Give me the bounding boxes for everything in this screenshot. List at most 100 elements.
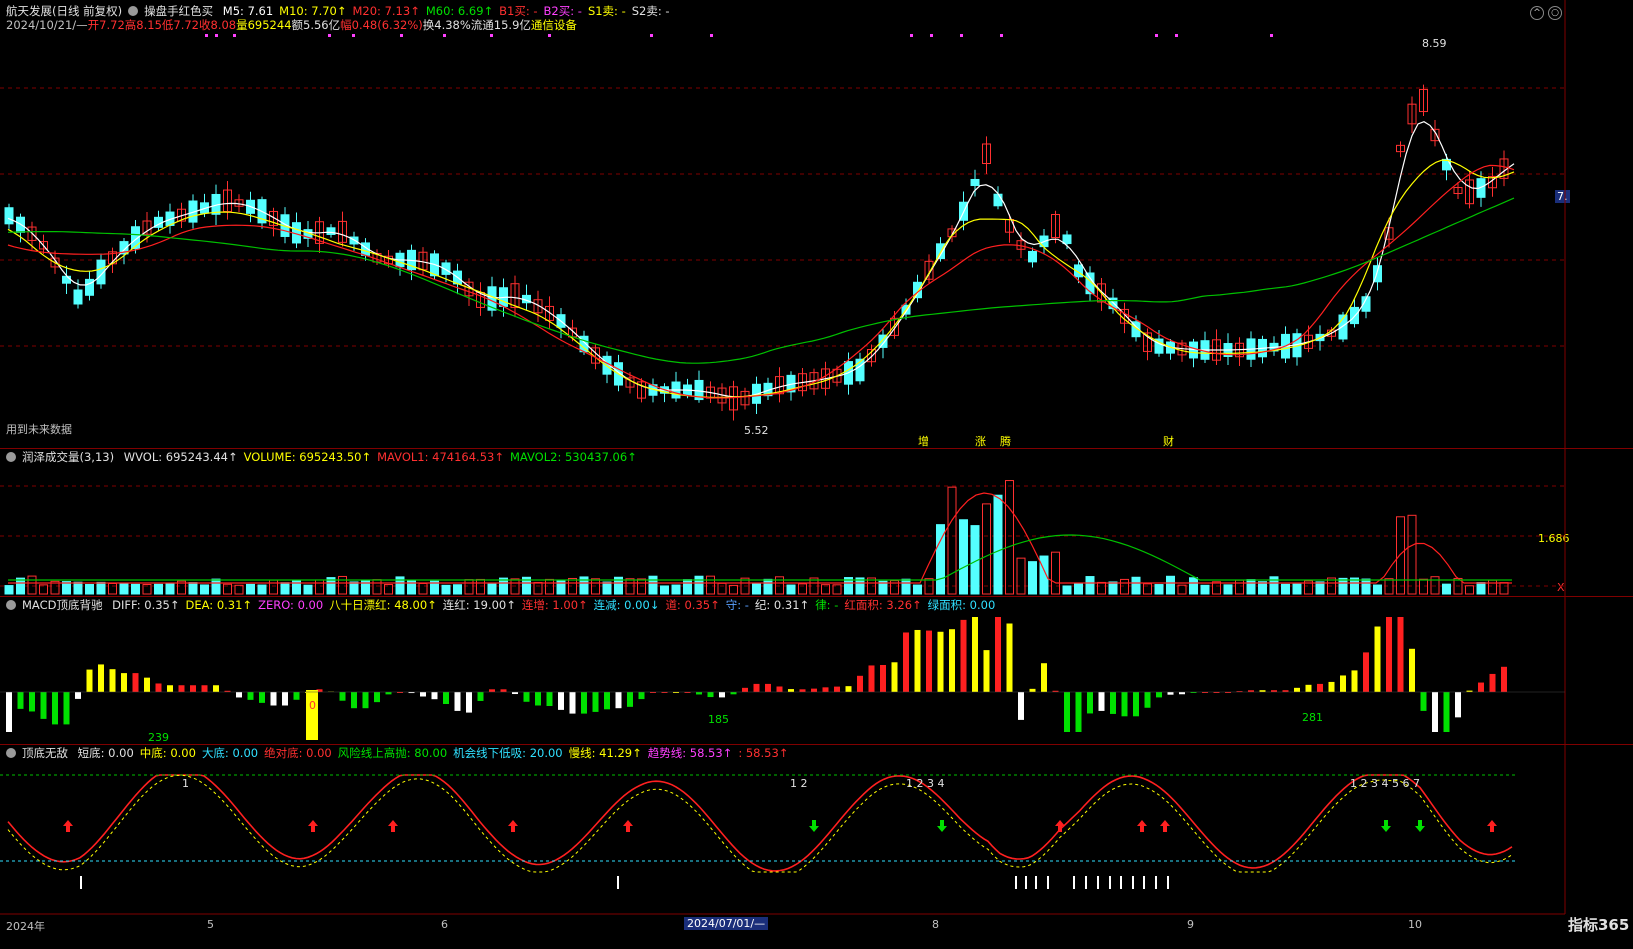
volume-bar-2 <box>27 575 37 595</box>
volume-bar-122 <box>1407 514 1417 595</box>
volume-bar-112 <box>1292 583 1302 595</box>
macd-bar-110 <box>1271 690 1277 692</box>
bottom-tick-9 <box>1109 876 1111 889</box>
volume-bar-52 <box>602 581 612 595</box>
candle-body-6 <box>73 289 83 305</box>
volume-bar-62 <box>717 582 727 595</box>
volume-bar-82 <box>947 486 957 595</box>
macd-bar-51 <box>592 692 599 712</box>
top-signal-dot-5 <box>400 34 403 37</box>
volume-bar-94 <box>1085 576 1095 595</box>
volume-bar-21 <box>246 583 255 595</box>
macd-bar-18 <box>213 685 219 692</box>
volume-bar-48 <box>556 579 566 595</box>
volume-bar-10 <box>119 583 129 595</box>
volume-bar-8 <box>96 581 106 595</box>
macd-bar-65 <box>753 683 760 692</box>
bottom-tick-14 <box>1167 876 1169 889</box>
macd-bar-84 <box>972 617 978 692</box>
macd-bar-41 <box>477 692 484 701</box>
macd-bar-78 <box>903 632 909 692</box>
top-signal-dot-9 <box>650 34 653 37</box>
volume-bar-106 <box>1223 584 1233 595</box>
macd-bar-102 <box>1179 692 1185 695</box>
volume-bar-6 <box>73 581 83 595</box>
down-arrow-icon-3 <box>1415 820 1425 832</box>
macd-bar-79 <box>914 629 921 692</box>
volume-bar-103 <box>1189 577 1198 595</box>
macd-bar-76 <box>880 665 886 692</box>
volume-bar-91 <box>1051 551 1060 595</box>
bottom-tick-11 <box>1132 876 1134 889</box>
volume-bar-105 <box>1212 581 1221 595</box>
bottom-tick-6 <box>1073 876 1075 889</box>
candle-body-28 <box>326 227 336 235</box>
down-arrow-icon-2 <box>1381 820 1391 832</box>
macd-bar-6 <box>75 692 81 699</box>
macd-bar-3 <box>40 692 47 719</box>
volume-bar-114 <box>1315 581 1325 595</box>
macd-bar-64 <box>742 687 748 692</box>
macd-bar-109 <box>1259 690 1266 692</box>
top-signal-dot-7 <box>490 34 493 37</box>
topbottom-digits-3: 1 2 3 4 5 6 7 <box>1350 777 1420 790</box>
volume-bar-101 <box>1166 575 1175 595</box>
volume-bar-123 <box>1419 578 1428 595</box>
macd-bar-82 <box>949 629 955 692</box>
candle-body-92 <box>1062 234 1072 245</box>
watermark-logo: 指标365 <box>1568 916 1630 934</box>
top-signal-dot-1 <box>215 34 218 37</box>
macd-bar-100 <box>1156 692 1162 698</box>
macd-bar-121 <box>1397 617 1404 692</box>
ma10-line <box>7 159 1515 399</box>
top-signal-dot-8 <box>548 34 551 37</box>
topbottom-digits-2: 1 2 3 4 <box>906 777 945 790</box>
macd-bar-72 <box>834 686 840 692</box>
macd-bar-66 <box>765 683 771 692</box>
volume-bar-127 <box>1465 585 1474 595</box>
volume-bar-22 <box>257 584 267 595</box>
volume-bar-99 <box>1143 583 1152 595</box>
macd-bar-116 <box>1340 675 1346 692</box>
macd-annotation-2: 281 <box>1302 711 1323 724</box>
bottom-tick-3 <box>1025 876 1027 889</box>
macd-bar-113 <box>1305 684 1312 692</box>
volume-bar-17 <box>200 584 209 595</box>
macd-bar-31 <box>362 692 369 709</box>
volume-bar-59 <box>683 579 692 595</box>
macd-bar-88 <box>1018 692 1024 720</box>
macd-bar-49 <box>569 692 576 714</box>
macd-bar-97 <box>1121 692 1128 717</box>
volume-bar-116 <box>1338 577 1348 595</box>
macd-bar-118 <box>1363 652 1369 692</box>
volume-bar-27 <box>315 579 324 595</box>
bottom-tick-1 <box>617 876 619 889</box>
volume-bar-0 <box>4 585 14 595</box>
macd-bar-15 <box>178 685 185 692</box>
bottom-tick-12 <box>1143 876 1145 889</box>
macd-bar-125 <box>1443 692 1450 732</box>
macd-bar-92 <box>1064 692 1070 732</box>
bottom-tick-5 <box>1047 876 1049 889</box>
macd-bar-50 <box>581 692 587 714</box>
volume-bar-108 <box>1246 579 1256 595</box>
macd-bar-130 <box>1501 666 1507 692</box>
volume-bar-129 <box>1488 579 1497 595</box>
chart-canvas[interactable] <box>0 0 1633 949</box>
top-signal-dot-13 <box>960 34 963 37</box>
volume-bar-88 <box>1016 557 1026 595</box>
macd-bar-32 <box>374 692 380 703</box>
macd-bar-46 <box>535 692 541 706</box>
macd-bar-47 <box>546 692 553 707</box>
volume-bar-7 <box>85 584 94 595</box>
volume-bar-9 <box>108 582 117 595</box>
macd-bar-30 <box>351 692 357 709</box>
volume-bar-67 <box>775 576 784 595</box>
macd-bar-112 <box>1294 687 1300 692</box>
macd-bar-87 <box>1006 623 1013 692</box>
volume-bar-18 <box>211 578 221 595</box>
volume-bar-95 <box>1097 581 1106 595</box>
macd-bar-42 <box>489 689 495 692</box>
macd-bar-123 <box>1420 692 1427 711</box>
volume-bar-124 <box>1430 576 1440 595</box>
